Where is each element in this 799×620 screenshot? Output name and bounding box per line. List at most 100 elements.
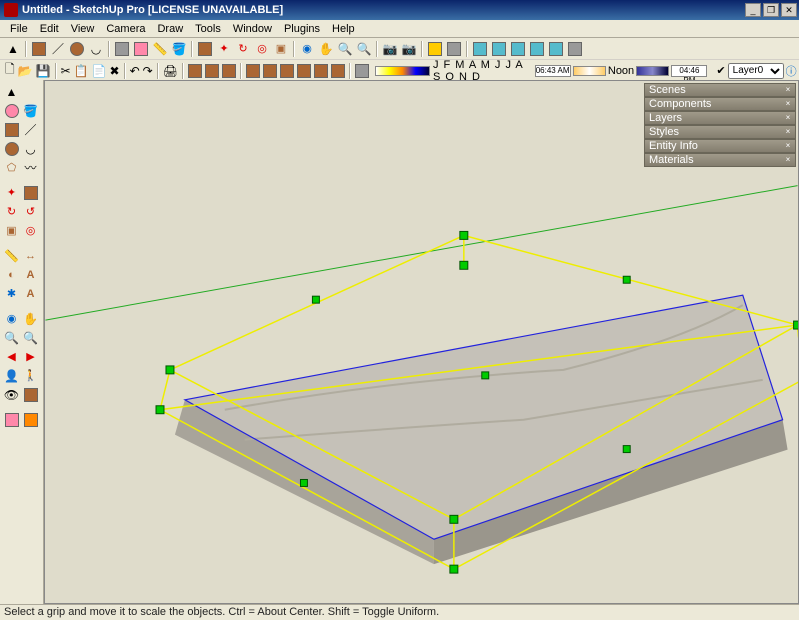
- section-plane-icon[interactable]: [21, 385, 40, 404]
- layer-visible-icon[interactable]: ✔: [716, 64, 725, 77]
- position-camera-icon[interactable]: 👤: [2, 366, 21, 385]
- time-pm[interactable]: 04:46 PM: [671, 65, 707, 77]
- menu-view[interactable]: View: [65, 21, 101, 37]
- close-icon[interactable]: ×: [783, 127, 793, 137]
- rotate-icon[interactable]: ↻: [2, 202, 21, 221]
- move-icon[interactable]: ✦: [2, 183, 21, 202]
- viewport-3d[interactable]: Scenes× Components× Layers× Styles× Enti…: [44, 80, 799, 604]
- panel-entity-info[interactable]: Entity Info×: [644, 139, 796, 153]
- pushpull-icon[interactable]: [196, 40, 214, 58]
- prev-icon[interactable]: ◀: [2, 347, 21, 366]
- style-hidden-icon[interactable]: [509, 40, 527, 58]
- style-shaded-icon[interactable]: [528, 40, 546, 58]
- circle-icon[interactable]: [68, 40, 86, 58]
- model-info-icon[interactable]: [426, 40, 444, 58]
- sandbox-3-icon[interactable]: [279, 62, 295, 80]
- close-icon[interactable]: ×: [783, 155, 793, 165]
- rotate-icon[interactable]: ↻: [234, 40, 252, 58]
- paint-bucket-icon[interactable]: 🪣: [21, 101, 40, 120]
- line-icon[interactable]: ／: [49, 40, 67, 58]
- text-icon[interactable]: A: [21, 265, 40, 284]
- panel-scenes[interactable]: Scenes×: [644, 83, 796, 97]
- arc-icon[interactable]: ◡: [21, 139, 40, 158]
- walk-icon[interactable]: 🚶: [21, 366, 40, 385]
- style-mono-icon[interactable]: [566, 40, 584, 58]
- menu-camera[interactable]: Camera: [100, 21, 151, 37]
- plugin-2-icon[interactable]: [21, 410, 40, 429]
- paint-icon[interactable]: 🪣: [170, 40, 188, 58]
- noon-slider[interactable]: [573, 66, 606, 76]
- circle-icon[interactable]: [2, 139, 21, 158]
- orbit-icon[interactable]: ◉: [2, 309, 21, 328]
- panel-materials[interactable]: Materials×: [644, 153, 796, 167]
- style-xray-icon[interactable]: [471, 40, 489, 58]
- close-icon[interactable]: ×: [783, 113, 793, 123]
- axes-icon[interactable]: ✱: [2, 284, 21, 303]
- polygon-icon[interactable]: ⬠: [2, 158, 21, 177]
- pushpull-icon[interactable]: [21, 183, 40, 202]
- offset-icon[interactable]: ◎: [253, 40, 271, 58]
- style-wire-icon[interactable]: [490, 40, 508, 58]
- minimize-button[interactable]: _: [745, 3, 761, 17]
- time-am[interactable]: 06:43 AM: [535, 65, 571, 77]
- tape-icon[interactable]: 📏: [151, 40, 169, 58]
- panel-styles[interactable]: Styles×: [644, 125, 796, 139]
- maximize-button[interactable]: ❐: [763, 3, 779, 17]
- rectangle-icon[interactable]: [2, 120, 21, 139]
- sandbox-6-icon[interactable]: [330, 62, 346, 80]
- camera-prev-icon[interactable]: 📷: [381, 40, 399, 58]
- select-tool-icon[interactable]: ▲: [4, 40, 22, 58]
- menu-file[interactable]: File: [4, 21, 34, 37]
- pan-icon[interactable]: ✋: [21, 309, 40, 328]
- open-icon[interactable]: 📂: [17, 62, 34, 80]
- zoom-icon[interactable]: 🔍: [2, 328, 21, 347]
- sandbox-5-icon[interactable]: [313, 62, 329, 80]
- orbit-icon[interactable]: ◉: [298, 40, 316, 58]
- panel-components[interactable]: Components×: [644, 97, 796, 111]
- zoom-window-icon[interactable]: 🔍: [21, 328, 40, 347]
- pm-slider[interactable]: [636, 66, 669, 76]
- pan-icon[interactable]: ✋: [317, 40, 335, 58]
- make-component-icon[interactable]: [113, 40, 131, 58]
- zoom-icon[interactable]: 🔍: [336, 40, 354, 58]
- save-icon[interactable]: 💾: [35, 62, 52, 80]
- 3dtext-icon[interactable]: A: [21, 284, 40, 303]
- print-icon[interactable]: 🖨: [162, 62, 179, 80]
- line-icon[interactable]: ／: [21, 120, 40, 139]
- menu-help[interactable]: Help: [326, 21, 361, 37]
- scale-icon[interactable]: ▣: [2, 221, 21, 240]
- move-icon[interactable]: ✦: [215, 40, 233, 58]
- freehand-icon[interactable]: 〰: [21, 158, 40, 177]
- sandbox-4-icon[interactable]: [296, 62, 312, 80]
- followme-icon[interactable]: ↺: [21, 202, 40, 221]
- new-icon[interactable]: 🗋: [4, 62, 16, 80]
- section-cut-icon[interactable]: [221, 62, 237, 80]
- section-display-icon[interactable]: [204, 62, 220, 80]
- arc-icon[interactable]: ◡: [87, 40, 105, 58]
- copy-icon[interactable]: 📋: [73, 62, 90, 80]
- eraser-icon[interactable]: [2, 101, 21, 120]
- paste-icon[interactable]: 📄: [91, 62, 108, 80]
- tape-icon[interactable]: 📏: [2, 246, 21, 265]
- offset-icon[interactable]: ◎: [21, 221, 40, 240]
- eraser-icon[interactable]: [132, 40, 150, 58]
- panel-layers[interactable]: Layers×: [644, 111, 796, 125]
- menu-window[interactable]: Window: [227, 21, 278, 37]
- layer-select[interactable]: Layer0: [728, 63, 784, 79]
- dimension-icon[interactable]: ↔: [21, 246, 40, 265]
- menu-tools[interactable]: Tools: [189, 21, 227, 37]
- layer-info-icon[interactable]: ⓘ: [786, 63, 797, 79]
- shadows-icon[interactable]: [445, 40, 463, 58]
- month-slider[interactable]: [375, 66, 430, 76]
- select-icon[interactable]: ▲: [2, 82, 21, 101]
- camera-next-icon[interactable]: 📷: [400, 40, 418, 58]
- menu-edit[interactable]: Edit: [34, 21, 65, 37]
- zoom-extents-icon[interactable]: 🔍: [355, 40, 373, 58]
- cut-icon[interactable]: ✂: [60, 62, 72, 80]
- sandbox-1-icon[interactable]: [245, 62, 261, 80]
- close-icon[interactable]: ×: [783, 85, 793, 95]
- next-icon[interactable]: ▶: [21, 347, 40, 366]
- delete-icon[interactable]: ✖: [109, 62, 121, 80]
- section-icon[interactable]: [187, 62, 203, 80]
- close-icon[interactable]: ×: [783, 141, 793, 151]
